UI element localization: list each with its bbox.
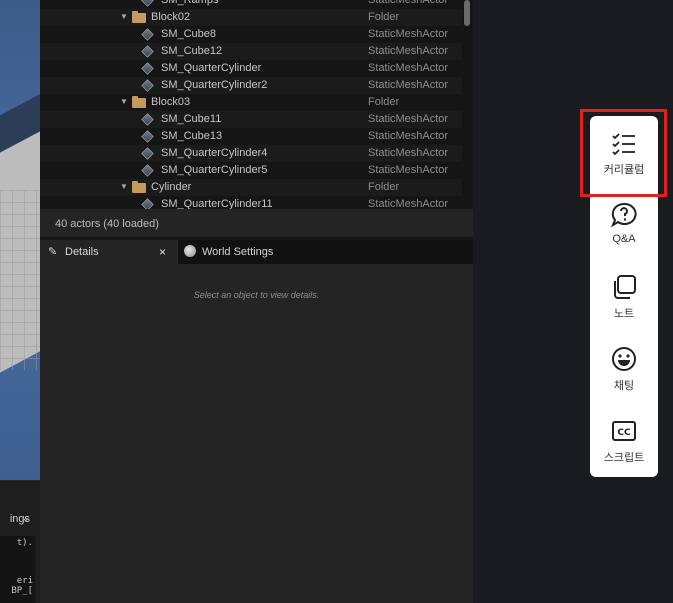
nav-chat[interactable]: 채팅: [590, 332, 658, 402]
actor-name: SM_Cube11: [161, 113, 222, 125]
actor-name: SM_QuarterCylinder4: [161, 147, 268, 159]
pencil-icon: ✎: [48, 246, 58, 258]
static-mesh-icon: [141, 130, 154, 143]
actor-type: StaticMeshActor: [368, 147, 449, 159]
static-mesh-icon: [141, 28, 154, 41]
curriculum-highlight-box: [580, 109, 667, 197]
actor-type: StaticMeshActor: [368, 45, 449, 57]
log-line: eri: [16, 576, 33, 586]
actor-type: StaticMeshActor: [368, 130, 449, 142]
static-mesh-icon: [141, 164, 154, 177]
outliner-folder-row[interactable]: ▼ Block02 Folder: [40, 9, 462, 26]
globe-icon: [184, 245, 196, 257]
outliner-actor-row[interactable]: SM_Cube13 StaticMeshActor: [40, 128, 462, 145]
folder-icon: [132, 181, 146, 193]
nav-qna[interactable]: Q&A: [590, 188, 658, 258]
actor-count: 40 actors (40 loaded): [55, 218, 159, 230]
outliner-actor-row[interactable]: SM_QuarterCylinder11 StaticMeshActor: [40, 196, 462, 209]
editor-side-panel: SM_Ramps StaticMeshActor ▼ Block02 Folder SM_…: [40, 0, 473, 603]
actor-type: StaticMeshActor: [368, 79, 449, 91]
world-outliner: SM_Ramps StaticMeshActor ▼ Block02 Folder SM_…: [40, 0, 473, 209]
actor-type: StaticMeshActor: [368, 164, 449, 176]
actor-type: Folder: [368, 181, 400, 193]
tab-world-settings-label: World Settings: [202, 246, 274, 258]
actor-type: StaticMeshActor: [368, 0, 449, 6]
details-panel: Select an object to view details.: [40, 264, 473, 603]
outliner-actor-row[interactable]: SM_Ramps StaticMeshActor: [40, 0, 462, 9]
log-line: BP_[: [11, 586, 33, 596]
viewport-grid: [0, 190, 40, 370]
static-mesh-icon: [141, 45, 154, 58]
chevron-down-icon: ⌄: [21, 513, 30, 524]
outliner-actor-row[interactable]: SM_QuarterCylinder4 StaticMeshActor: [40, 145, 462, 162]
static-mesh-icon: [141, 198, 154, 209]
expand-arrow-icon[interactable]: ▼: [120, 12, 128, 21]
actor-name: SM_Cube8: [161, 28, 217, 40]
svg-text:CC: CC: [617, 428, 631, 438]
outliner-status-bar: 40 actors (40 loaded): [40, 209, 473, 237]
actor-name: Block03: [151, 96, 191, 108]
expand-arrow-icon[interactable]: ▼: [120, 97, 128, 106]
expand-arrow-icon[interactable]: ▼: [120, 182, 128, 191]
folder-icon: [132, 11, 146, 23]
log-text-area[interactable]: t). eri BP_[: [0, 536, 35, 603]
outliner-actor-row[interactable]: SM_Cube11 StaticMeshActor: [40, 111, 462, 128]
actor-name: SM_QuarterCylinder5: [161, 164, 268, 176]
actor-name: SM_QuarterCylinder2: [161, 79, 268, 91]
settings-dropdown[interactable]: ings ⌄: [0, 513, 40, 529]
static-mesh-icon: [141, 79, 154, 92]
tab-world-settings[interactable]: World Settings: [180, 240, 330, 264]
log-line: t).: [16, 538, 33, 548]
static-mesh-icon: [141, 0, 154, 7]
outliner-actor-row[interactable]: SM_QuarterCylinder5 StaticMeshActor: [40, 162, 462, 179]
actor-name: Cylinder: [151, 181, 192, 193]
nav-notes[interactable]: 노트: [590, 260, 658, 330]
nav-notes-label: 노트: [613, 308, 635, 320]
details-tab-bar: ✎ Details × World Settings: [40, 240, 473, 264]
details-empty-hint: Select an object to view details.: [193, 290, 320, 300]
smile-icon: [612, 347, 636, 371]
actor-name: Block02: [151, 11, 191, 23]
question-bubble-icon: [611, 202, 637, 228]
cc-icon: CC: [612, 421, 636, 441]
actor-name: SM_Cube13: [161, 130, 223, 142]
actor-type: StaticMeshActor: [368, 113, 449, 125]
close-icon[interactable]: ×: [159, 245, 166, 259]
static-mesh-icon: [141, 147, 154, 160]
static-mesh-icon: [141, 113, 154, 126]
tab-details-label: Details: [65, 246, 99, 258]
actor-name: SM_QuarterCylinder: [161, 62, 262, 74]
actor-type: Folder: [368, 11, 400, 23]
actor-type: StaticMeshActor: [368, 198, 449, 209]
outliner-actor-row[interactable]: SM_Cube12 StaticMeshActor: [40, 43, 462, 60]
level-viewport[interactable]: [0, 0, 40, 480]
nav-chat-label: 채팅: [613, 380, 635, 392]
actor-type: Folder: [368, 96, 400, 108]
folder-icon: [132, 96, 146, 108]
outliner-folder-row[interactable]: ▼ Cylinder Folder: [40, 179, 462, 196]
tab-details[interactable]: ✎ Details ×: [40, 240, 178, 264]
outliner-actor-row[interactable]: SM_Cube8 StaticMeshActor: [40, 26, 462, 43]
actor-type: StaticMeshActor: [368, 62, 449, 74]
static-mesh-icon: [141, 62, 154, 75]
actor-name: SM_Ramps: [161, 0, 219, 6]
nav-script-label: 스크립트: [603, 452, 645, 464]
nav-script[interactable]: CC 스크립트: [590, 404, 658, 474]
notes-icon: [614, 275, 636, 299]
outliner-scrollbar[interactable]: [464, 0, 470, 26]
nav-qna-label: Q&A: [612, 233, 636, 245]
outliner-actor-row[interactable]: SM_QuarterCylinder StaticMeshActor: [40, 60, 462, 77]
output-log-panel: ings ⌄ t). eri BP_[: [0, 480, 40, 603]
outliner-actor-row[interactable]: SM_QuarterCylinder2 StaticMeshActor: [40, 77, 462, 94]
outliner-folder-row[interactable]: ▼ Block03 Folder: [40, 94, 462, 111]
actor-name: SM_QuarterCylinder11: [161, 198, 273, 209]
actor-type: StaticMeshActor: [368, 28, 449, 40]
actor-name: SM_Cube12: [161, 45, 223, 57]
